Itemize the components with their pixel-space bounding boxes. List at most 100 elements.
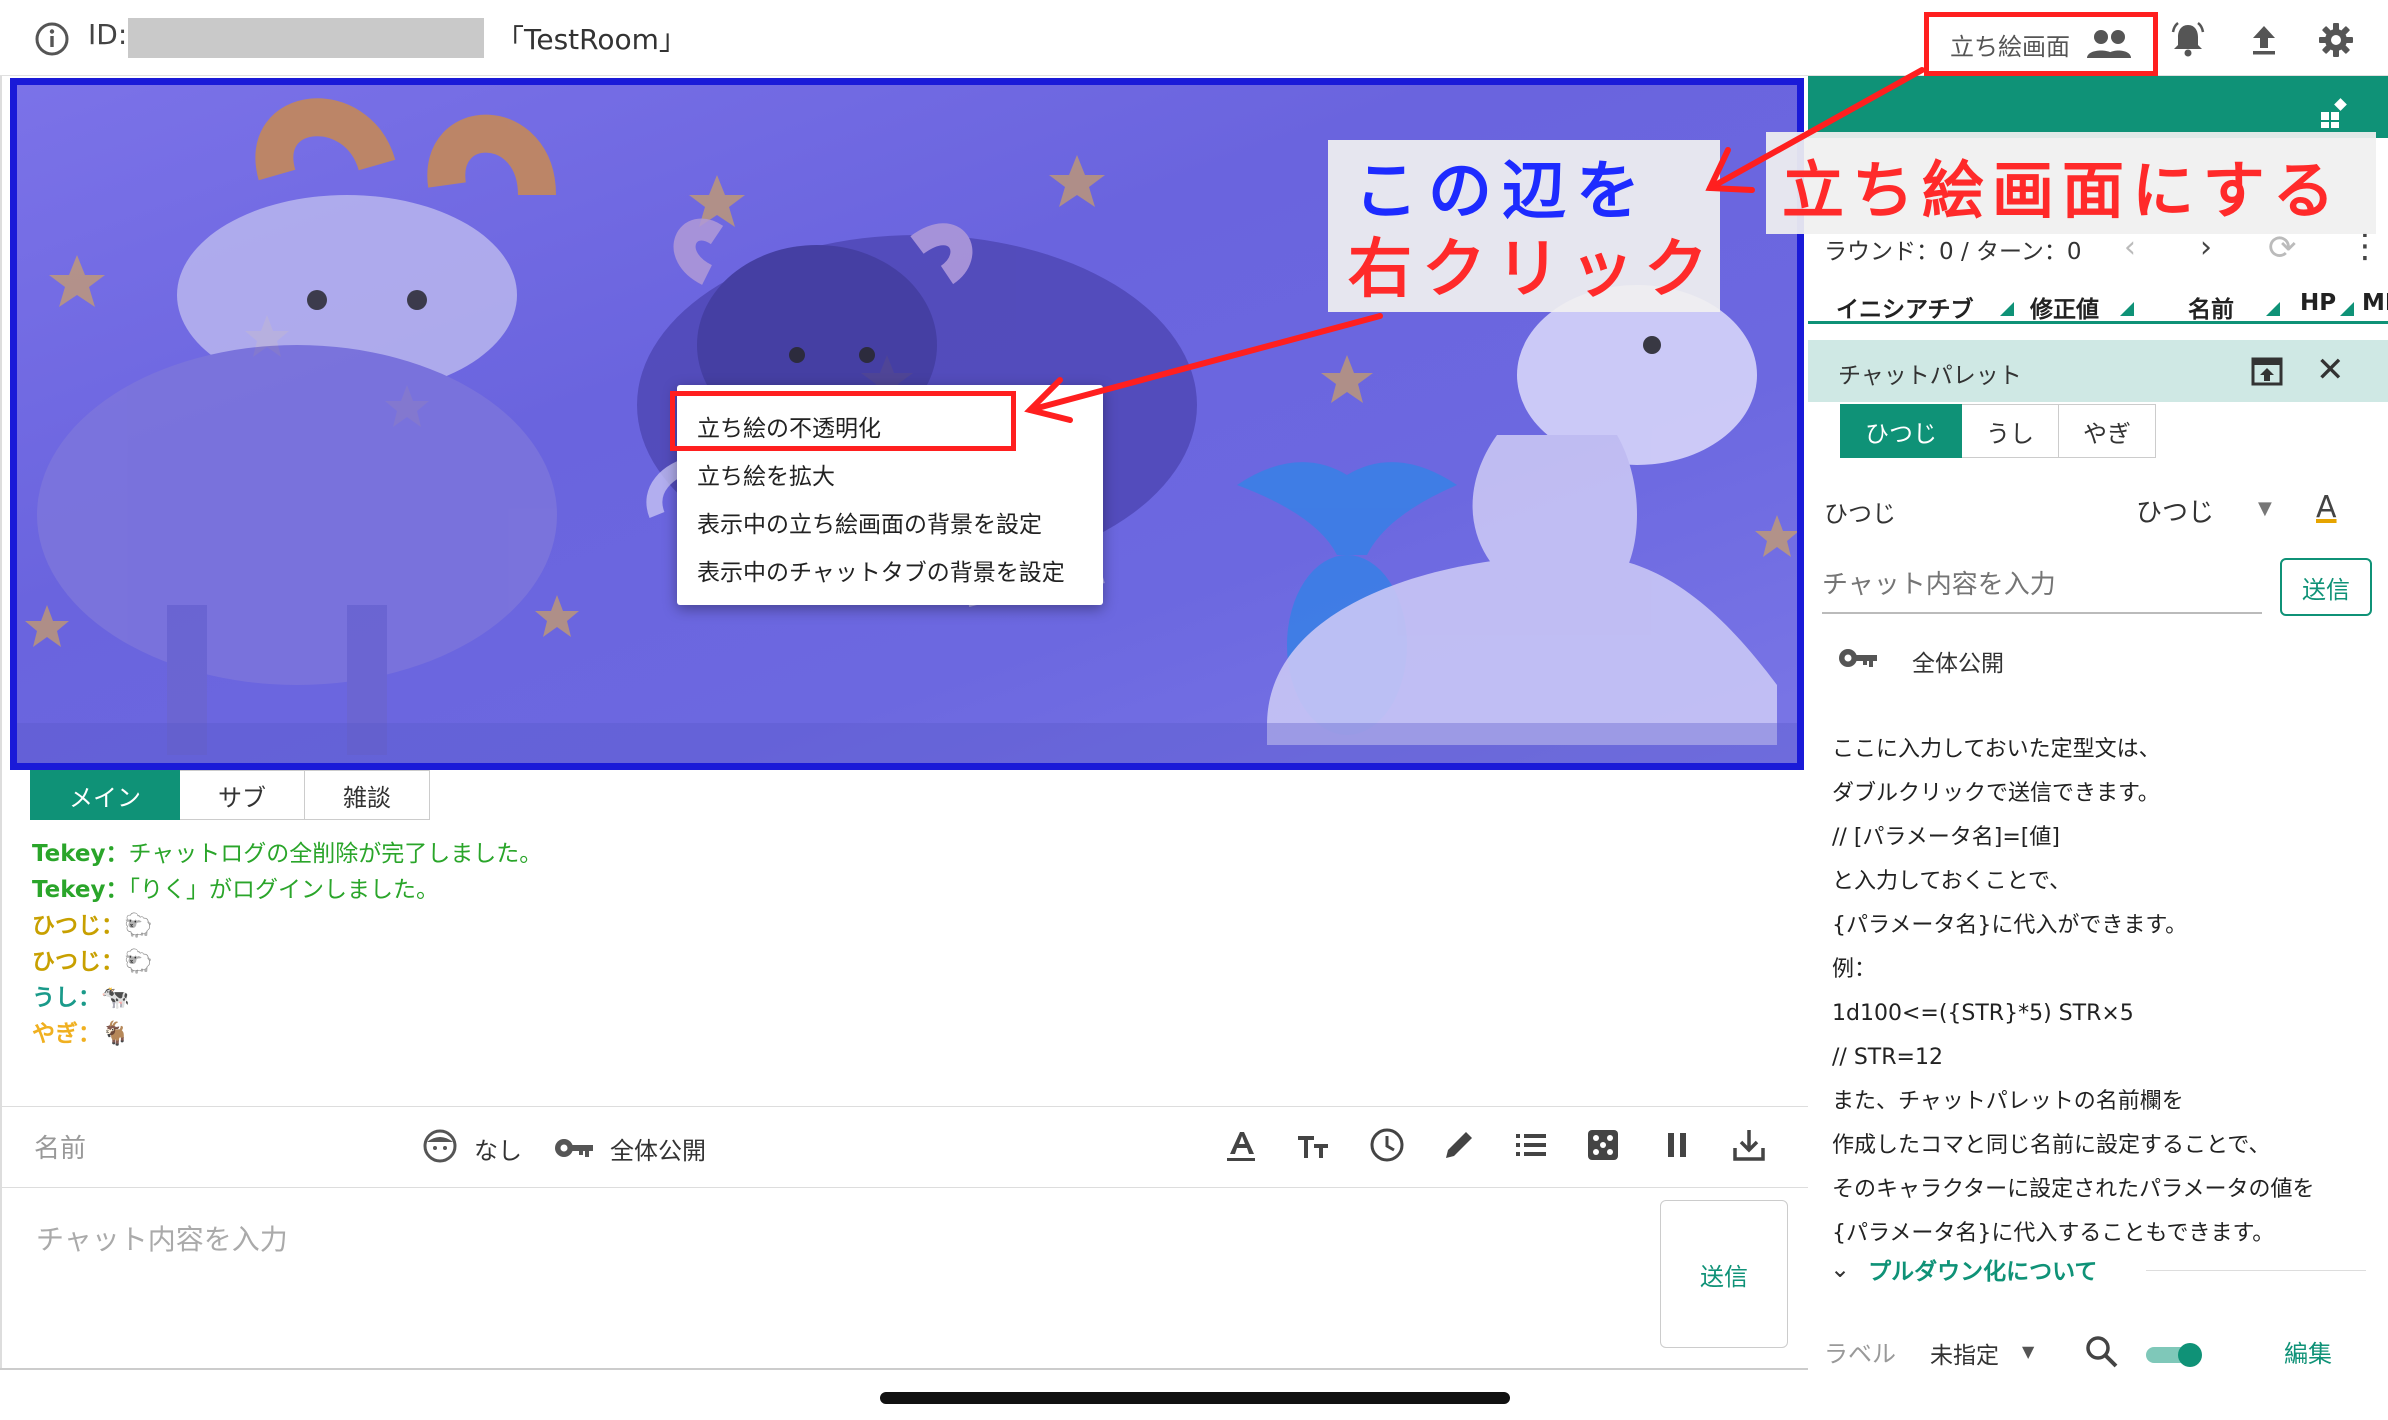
pulldown-section[interactable]: ⌄ プルダウン化について [1830,1252,2097,1286]
upload-icon[interactable] [2244,20,2284,60]
label-field-label: ラベル [1824,1340,1896,1368]
palette-line[interactable]: そのキャラクターに設定されたパラメータの値を [1832,1168,2372,1212]
key-icon[interactable] [554,1136,594,1160]
face-label[interactable]: なし [474,1131,522,1166]
palette-line[interactable]: // [パラメータ名]=[値] [1832,816,2372,860]
palette-line[interactable]: ここに入力しておいた定型文は、 [1832,728,2372,772]
palette-line[interactable]: {パラメータ名}に代入することもできます。 [1832,1212,2372,1256]
face-icon[interactable] [422,1128,458,1164]
palette-tab-cow[interactable]: うし [1962,404,2059,458]
menu-item-stand-enlarge[interactable]: 立ち絵を拡大 [697,457,835,491]
palette-send-button[interactable]: 送信 [2280,558,2372,616]
sort-icon[interactable] [2340,302,2354,316]
list-icon[interactable] [1512,1126,1550,1164]
chat-message: Tekey：「りく」がログインしました。 [32,872,542,908]
message-sender: うし： [32,985,101,1011]
message-text: 「りく」がログインしました。 [128,877,440,903]
palette-line[interactable]: ダブルクリックで送信できます。 [1832,772,2372,816]
label-select[interactable]: 未指定 [1930,1336,1999,1370]
message-sender: ひつじ： [32,913,124,939]
sort-icon[interactable] [2000,302,2014,316]
divider [0,1368,1808,1370]
palette-line[interactable]: また、チャットパレットの名前欄を [1832,1080,2372,1124]
chevron-down-icon[interactable]: ⌄ [1830,1255,1850,1283]
palette-line[interactable]: 作成したコマと同じ名前に設定することで、 [1832,1124,2372,1168]
people-icon [2086,29,2132,59]
message-text: 🐑 [124,949,153,975]
palette-tab-sheep[interactable]: ひつじ [1840,404,1962,458]
message-sender: ひつじ： [32,949,124,975]
column-name[interactable]: 名前 [2188,290,2234,324]
round-turn-text: ラウンド：0 / ターン：0 [1824,239,2082,265]
divider [0,76,2,1370]
chat-tab-main[interactable]: メイン [30,770,180,820]
message-sender: Tekey： [32,877,129,903]
gear-icon[interactable] [2316,20,2356,60]
column-mp[interactable]: MP [2362,290,2388,316]
palette-line[interactable]: // STR=12 [1832,1036,2372,1080]
dropdown-caret-icon[interactable]: ▼ [2022,1342,2034,1361]
column-hp[interactable]: HP [2300,290,2336,316]
sort-icon[interactable] [2120,302,2134,316]
room-name: 「TestRoom」 [496,23,687,56]
chat-send-button[interactable]: 送信 [1660,1200,1788,1348]
room-id-label: ID: [88,18,128,51]
message-text: 🐄 [101,985,130,1011]
text-color-icon[interactable] [1222,1126,1260,1164]
palette-line[interactable]: 1d100<=({STR}*5) STR×5 [1832,992,2372,1036]
annotation-text-line2: 右クリック [1348,233,1718,307]
key-icon[interactable] [1838,646,1878,670]
chevron-left-icon[interactable]: ‹ [2124,230,2136,265]
message-text: 🐐 [101,1021,130,1047]
home-indicator [880,1392,1510,1404]
column-modifier[interactable]: 修正値 [2030,290,2099,324]
toggle-switch[interactable] [2144,1340,2206,1368]
pause-icon[interactable] [1658,1126,1696,1164]
message-text: 🐑 [124,913,153,939]
annotation-right-text: 立ち絵画面にする [1782,154,2343,227]
menu-item-chat-tab-background[interactable]: 表示中のチャットタブの背景を設定 [697,553,1065,587]
divider [0,1106,1808,1107]
chat-message: Tekey：チャットログの全削除が完了しました。 [32,836,542,872]
text-color-icon[interactable]: A [2316,490,2337,525]
menu-item-stand-background[interactable]: 表示中の立ち絵画面の背景を設定 [697,505,1042,539]
chat-message: うし：🐄 [32,980,542,1016]
palette-visibility-label[interactable]: 全体公開 [1912,644,2004,678]
info-icon[interactable] [34,21,70,57]
download-icon[interactable] [1730,1126,1768,1164]
dice-icon[interactable] [1584,1126,1622,1164]
palette-tab-goat[interactable]: やぎ [2059,404,2156,458]
right-panel-header [1808,76,2388,138]
pulldown-label[interactable]: プルダウン化について [1868,1252,2097,1286]
dropdown-caret-icon[interactable]: ▼ [2258,498,2272,519]
column-initiative[interactable]: イニシアチブ [1836,290,1974,324]
chat-name-field[interactable]: 名前 [34,1128,86,1165]
palette-line[interactable]: {パラメータ名}に代入ができます。 [1832,904,2372,948]
close-icon[interactable]: ✕ [2316,350,2345,390]
message-sender: Tekey： [32,841,129,867]
dashboard-icon[interactable] [2318,98,2350,130]
sort-icon[interactable] [2266,302,2280,316]
message-text: チャットログの全削除が完了しました。 [128,841,543,867]
chat-tab-talk[interactable]: 雑談 [305,770,430,820]
chat-input-placeholder[interactable]: チャット内容を入力 [36,1218,288,1258]
edit-button[interactable]: 編集 [2284,1334,2332,1369]
stand-screen-button-label: 立ち絵画面 [1950,32,2070,61]
palette-chat-input[interactable] [1822,558,2262,614]
chat-tab-sub[interactable]: サブ [180,770,305,820]
palette-character-label: ひつじ [1824,500,1896,528]
palette-line[interactable]: 例： [1832,948,2372,992]
clock-icon[interactable] [1368,1126,1406,1164]
text-size-icon[interactable] [1294,1126,1332,1164]
pencil-icon[interactable] [1440,1126,1478,1164]
chat-input-area[interactable] [0,1190,1808,1368]
bell-icon[interactable] [2168,20,2208,60]
stand-screen-button[interactable]: 立ち絵画面 [1924,12,2158,76]
palette-character-select[interactable]: ひつじ [2136,492,2214,529]
palette-line[interactable]: と入力しておくことで、 [1832,860,2372,904]
chevron-right-icon[interactable]: › [2200,230,2212,265]
search-icon[interactable] [2084,1334,2120,1370]
chat-visibility-label[interactable]: 全体公開 [610,1131,706,1166]
refresh-icon[interactable]: ⟳ [2268,228,2297,268]
popout-icon[interactable] [2250,354,2284,388]
